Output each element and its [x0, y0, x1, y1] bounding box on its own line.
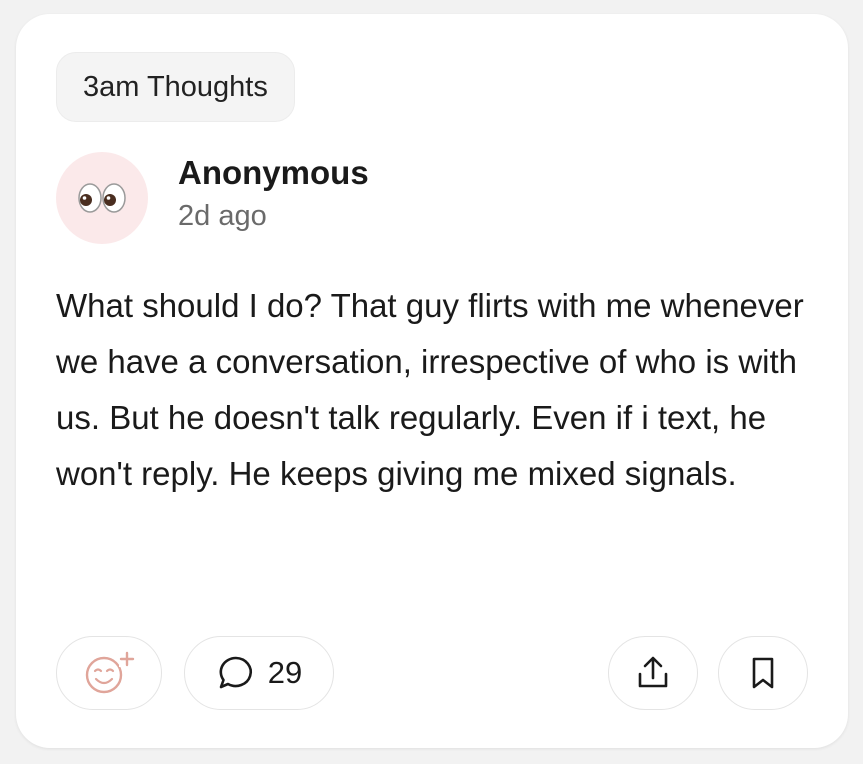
author-row: Anonymous 2d ago	[56, 152, 369, 244]
bookmark-button[interactable]	[718, 636, 808, 710]
share-icon	[638, 656, 668, 688]
avatar[interactable]	[56, 152, 148, 244]
post-card: 3am Thoughts Anonymous 2d ago What shoul…	[16, 14, 848, 748]
comment-count: 29	[267, 655, 303, 690]
community-tag[interactable]: 3am Thoughts	[56, 52, 295, 122]
add-reaction-icon	[85, 651, 135, 694]
bookmark-icon	[752, 657, 774, 689]
comments-button[interactable]: 29	[184, 636, 334, 710]
add-reaction-button[interactable]	[56, 636, 162, 710]
community-tag-label: 3am Thoughts	[83, 70, 268, 103]
share-button[interactable]	[608, 636, 698, 710]
author-meta: Anonymous 2d ago	[178, 154, 369, 233]
post-timestamp: 2d ago	[178, 199, 267, 232]
author-name[interactable]: Anonymous	[178, 154, 369, 192]
post-body: What should I do? That guy flirts with m…	[56, 287, 804, 492]
eyes-icon	[78, 183, 126, 213]
comment-icon	[219, 656, 252, 689]
